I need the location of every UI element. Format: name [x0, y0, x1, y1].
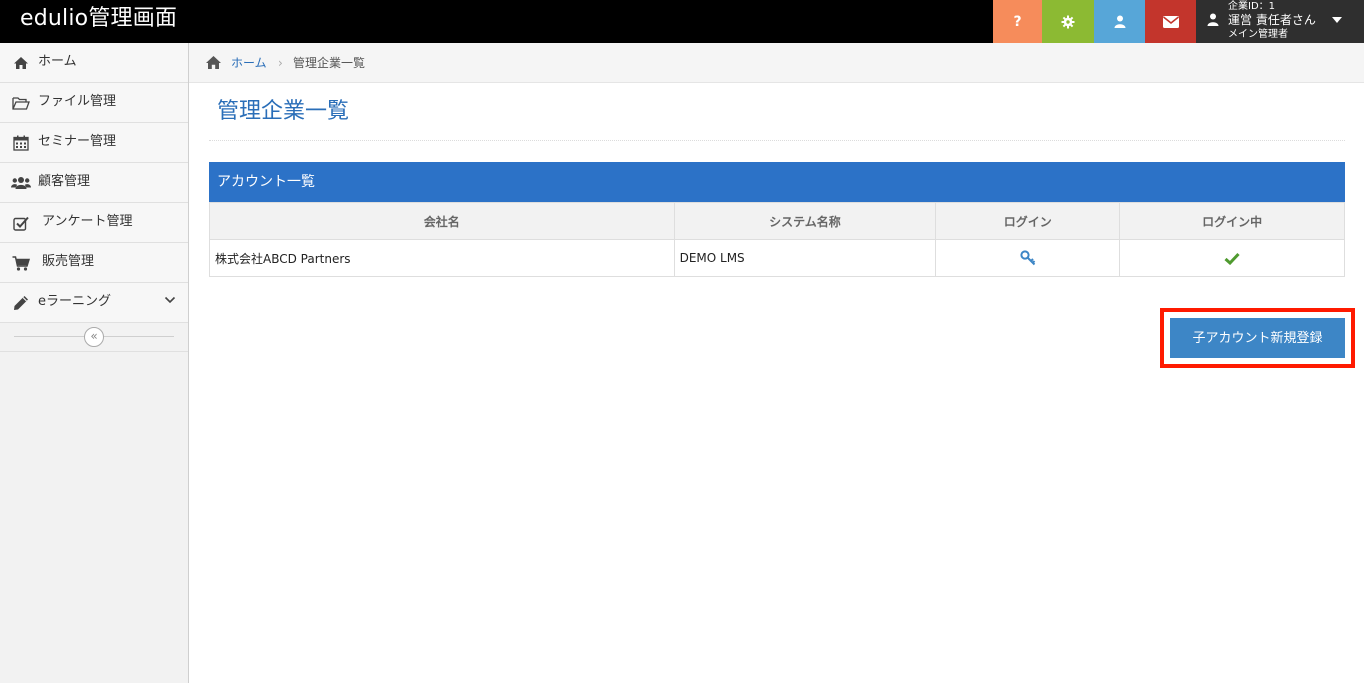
sidebar-item-seminars[interactable]: セミナー管理	[0, 123, 188, 163]
sidebar-item-elearning[interactable]: eラーニング	[0, 283, 188, 323]
sidebar-item-label: アンケート管理	[42, 214, 133, 229]
user-icon	[1207, 13, 1219, 26]
sidebar-item-sales[interactable]: 販売管理	[0, 243, 188, 283]
breadcrumb-current: 管理企業一覧	[293, 56, 366, 70]
cart-icon	[11, 254, 31, 272]
sidebar-collapse-row: «	[0, 323, 188, 352]
sidebar-item-home[interactable]: ホーム	[0, 43, 188, 83]
new-child-account-button[interactable]: 子アカウント新規登録	[1170, 318, 1345, 358]
cell-company: 株式会社ABCD Partners	[209, 239, 675, 277]
top-navbar: edulio管理画面 ? 企業ID：1 運営 責任者さん メイン管理者	[0, 0, 1364, 43]
chevron-down-icon	[164, 296, 176, 304]
sidebar-collapse-button[interactable]: «	[84, 327, 104, 347]
accounts-table: 会社名 システム名称 ログイン ログイン中 株式会社ABCD Partners …	[209, 202, 1345, 277]
table-row: 株式会社ABCD Partners DEMO LMS	[209, 239, 1345, 277]
home-icon	[11, 54, 31, 72]
column-header-company: 会社名	[209, 202, 675, 240]
sidebar-item-files[interactable]: ファイル管理	[0, 83, 188, 123]
check-icon	[1224, 252, 1240, 266]
cell-logged-in	[1119, 239, 1345, 277]
sidebar-item-label: セミナー管理	[38, 134, 117, 149]
company-id: 企業ID：1	[1228, 1, 1276, 12]
gear-icon	[1061, 15, 1075, 28]
user-icon	[1114, 15, 1125, 28]
envelope-icon	[1162, 15, 1179, 28]
user-name: 運営 責任者さん	[1228, 13, 1316, 27]
folder-icon	[11, 94, 31, 112]
user-menu[interactable]: 企業ID：1 運営 責任者さん メイン管理者	[1196, 0, 1364, 43]
sidebar-item-label: 販売管理	[42, 254, 95, 269]
calendar-icon	[11, 134, 31, 152]
user-role: メイン管理者	[1228, 29, 1288, 40]
sidebar-item-customers[interactable]: 顧客管理	[0, 163, 188, 203]
cell-system: DEMO LMS	[673, 239, 937, 277]
table-panel-title: アカウント一覧	[209, 162, 1345, 202]
cell-login	[935, 239, 1121, 277]
profile-button[interactable]	[1094, 0, 1145, 43]
settings-button[interactable]	[1042, 0, 1094, 43]
sidebar-item-label: ファイル管理	[38, 94, 117, 109]
page-title: 管理企業一覧	[217, 99, 350, 124]
checkbox-icon	[11, 214, 31, 232]
sidebar-item-label: ホーム	[38, 54, 77, 69]
sidebar-item-label: eラーニング	[38, 294, 111, 309]
sidebar-item-label: 顧客管理	[38, 174, 91, 189]
breadcrumb: ホーム › 管理企業一覧	[189, 43, 1364, 83]
sidebar-item-surveys[interactable]: アンケート管理	[0, 203, 188, 243]
divider	[209, 140, 1345, 141]
column-header-login: ログイン	[935, 202, 1121, 240]
table-header-row: 会社名 システム名称 ログイン ログイン中	[209, 202, 1345, 240]
help-icon: ?	[1013, 13, 1022, 30]
key-icon[interactable]	[1020, 250, 1036, 266]
help-button[interactable]: ?	[993, 0, 1042, 43]
caret-down-icon	[1332, 17, 1342, 23]
app-brand[interactable]: edulio管理画面	[20, 5, 177, 33]
column-header-system: システム名称	[673, 202, 937, 240]
users-icon	[11, 174, 31, 192]
home-icon	[206, 56, 221, 69]
column-header-logged-in: ログイン中	[1119, 202, 1345, 240]
breadcrumb-separator: ›	[278, 56, 283, 70]
breadcrumb-home-link[interactable]: ホーム	[231, 55, 267, 71]
pencil-icon	[11, 294, 31, 312]
mail-button[interactable]	[1145, 0, 1196, 43]
sidebar: ホーム ファイル管理 セミナー管理 顧客管理 アンケート管理 販売管理 eラーニ…	[0, 43, 189, 683]
